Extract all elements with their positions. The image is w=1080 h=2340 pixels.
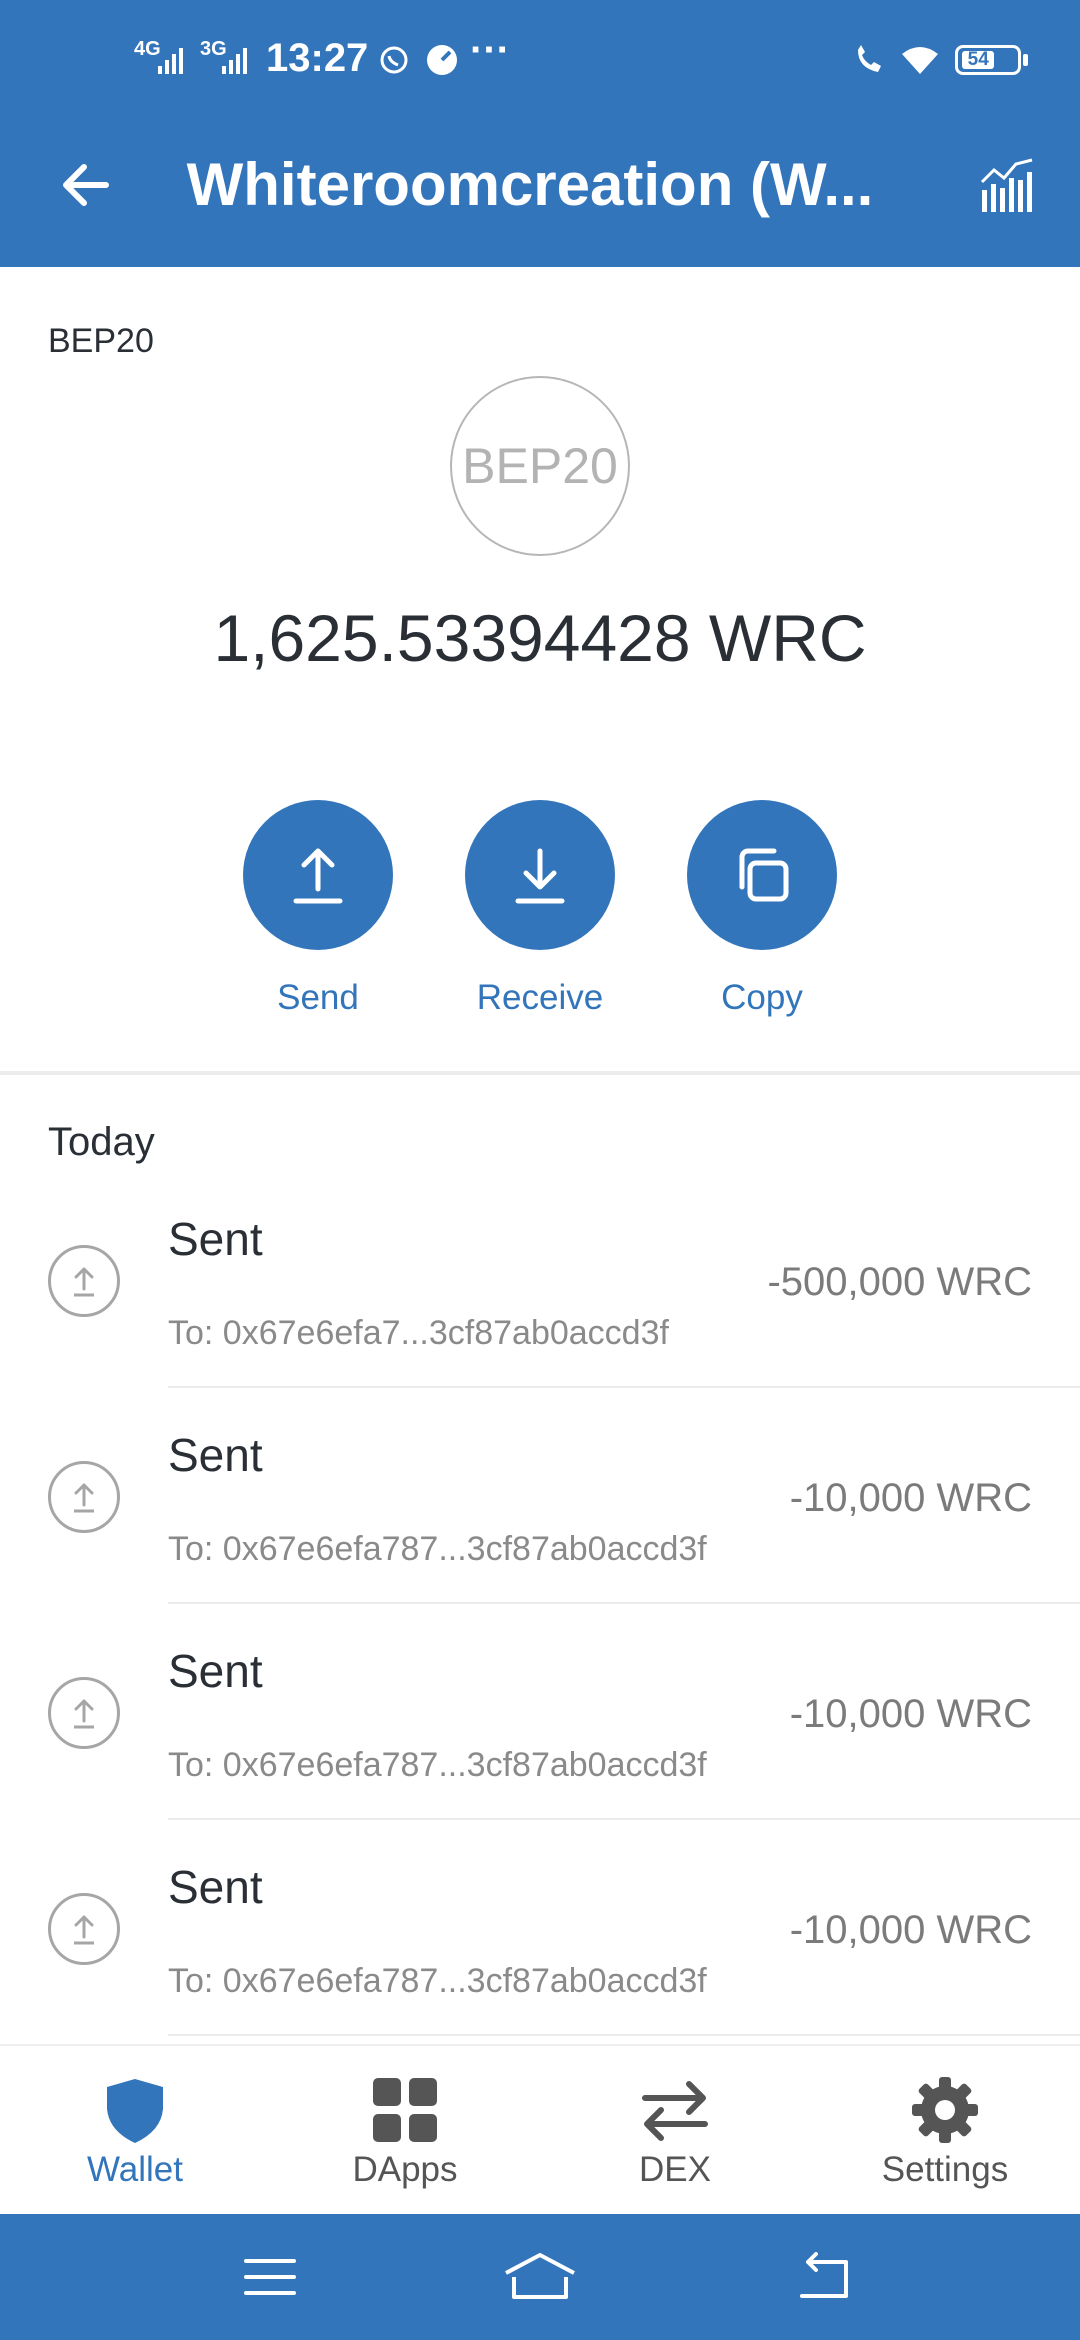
- transaction-title: Sent: [168, 1213, 263, 1265]
- download-arrow-icon: [515, 848, 565, 904]
- sent-icon: [48, 1461, 120, 1533]
- copy-circle[interactable]: [687, 800, 837, 950]
- system-navigation-bar: [0, 2214, 1080, 2340]
- network-label: BEP20: [48, 322, 154, 360]
- price-chart-button[interactable]: [970, 150, 1040, 220]
- transaction-row[interactable]: Sent To: 0x67e6efa7...3cf87ab0accd3f -50…: [0, 1200, 1080, 1416]
- upload-arrow-icon: [293, 848, 343, 904]
- battery-tip: [1023, 54, 1028, 66]
- home-button[interactable]: [500, 2242, 580, 2312]
- nav-dex[interactable]: DEX: [540, 2046, 810, 2216]
- transaction-recipient: To: 0x67e6efa787...3cf87ab0accd3f: [168, 1746, 707, 1784]
- transaction-row[interactable]: Sent To: 0x67e6efa787...3cf87ab0accd3f -…: [0, 1632, 1080, 1848]
- shield-icon: [95, 2074, 175, 2146]
- system-back-button[interactable]: [784, 2242, 864, 2312]
- transaction-title: Sent: [168, 1429, 263, 1481]
- wifi-calling-icon: [858, 45, 881, 72]
- top-bar: 4G 3G 13:27 ··· 54 Whiteroomcreation (W.…: [0, 0, 1080, 267]
- transaction-row[interactable]: Sent To: 0x67e6efa787...3cf87ab0accd3f -…: [0, 1416, 1080, 1632]
- receive-button[interactable]: Receive: [465, 800, 615, 1018]
- copy-button[interactable]: Copy: [687, 800, 837, 1018]
- receive-label[interactable]: Receive: [440, 978, 640, 1018]
- battery-level: 54: [962, 50, 995, 69]
- menu-lines-icon: [244, 2259, 296, 2295]
- row-divider: [168, 1386, 1080, 1388]
- transactions-date-header: Today: [48, 1120, 155, 1164]
- network-4g-label: 4G: [134, 38, 161, 60]
- speedometer-icon: [427, 45, 457, 75]
- grid-icon: [365, 2074, 445, 2146]
- nav-settings[interactable]: Settings: [810, 2046, 1080, 2216]
- sent-icon: [48, 1893, 120, 1965]
- transaction-recipient: To: 0x67e6efa787...3cf87ab0accd3f: [168, 1530, 707, 1568]
- send-button[interactable]: Send: [243, 800, 393, 1018]
- status-bar: 4G 3G 13:27 ··· 54: [0, 0, 1080, 120]
- wifi-icon: [902, 47, 938, 74]
- row-divider: [168, 1818, 1080, 1820]
- token-balance: 1,625.53394428 WRC: [213, 601, 867, 675]
- transaction-amount: -10,000 WRC: [789, 1908, 1032, 1952]
- nav-wallet-label[interactable]: Wallet: [0, 2150, 270, 2190]
- send-label[interactable]: Send: [218, 978, 418, 1018]
- copy-icon: [739, 848, 789, 902]
- page-title: Whiteroomcreation (W...: [186, 151, 874, 218]
- whatsapp-icon: [380, 46, 408, 74]
- receive-circle[interactable]: [465, 800, 615, 950]
- send-circle[interactable]: [243, 800, 393, 950]
- nav-dapps-label[interactable]: DApps: [270, 2150, 540, 2190]
- transaction-title: Sent: [168, 1645, 263, 1697]
- transaction-amount: -10,000 WRC: [789, 1476, 1032, 1520]
- transaction-row[interactable]: Sent To: 0x67e6efa787...3cf87ab0accd3f -…: [0, 1848, 1080, 2064]
- transaction-title: Sent: [168, 1861, 263, 1913]
- nav-wallet[interactable]: Wallet: [0, 2046, 270, 2216]
- arrow-left-icon: [63, 164, 109, 206]
- battery-icon: 54: [955, 45, 1021, 75]
- row-divider: [168, 2034, 1080, 2036]
- transaction-amount: -500,000 WRC: [767, 1260, 1032, 1304]
- clock: 13:27: [266, 36, 369, 80]
- sent-icon: [48, 1677, 120, 1749]
- more-notifications-icon: ···: [470, 28, 510, 72]
- gear-icon: [905, 2074, 985, 2146]
- token-logo: BEP20: [450, 376, 630, 556]
- bottom-navigation: Wallet DApps DEX Settings: [0, 2044, 1080, 2214]
- nav-settings-label[interactable]: Settings: [810, 2150, 1080, 2190]
- copy-label[interactable]: Copy: [662, 978, 862, 1018]
- section-divider: [0, 1071, 1080, 1075]
- signal-icon: [222, 48, 247, 74]
- recent-apps-button[interactable]: [230, 2242, 310, 2312]
- transaction-recipient: To: 0x67e6efa7...3cf87ab0accd3f: [168, 1314, 669, 1352]
- nav-dex-label[interactable]: DEX: [540, 2150, 810, 2190]
- sent-icon: [48, 1245, 120, 1317]
- signal-icon: [158, 48, 183, 74]
- row-divider: [168, 1602, 1080, 1604]
- swap-arrows-icon: [635, 2074, 715, 2146]
- transaction-recipient: To: 0x67e6efa787...3cf87ab0accd3f: [168, 1962, 707, 2000]
- transaction-amount: -10,000 WRC: [789, 1692, 1032, 1736]
- return-icon: [800, 2252, 848, 2298]
- home-icon: [505, 2253, 575, 2299]
- back-button[interactable]: [50, 150, 120, 220]
- bar-chart-icon: [980, 158, 1033, 212]
- nav-dapps[interactable]: DApps: [270, 2046, 540, 2216]
